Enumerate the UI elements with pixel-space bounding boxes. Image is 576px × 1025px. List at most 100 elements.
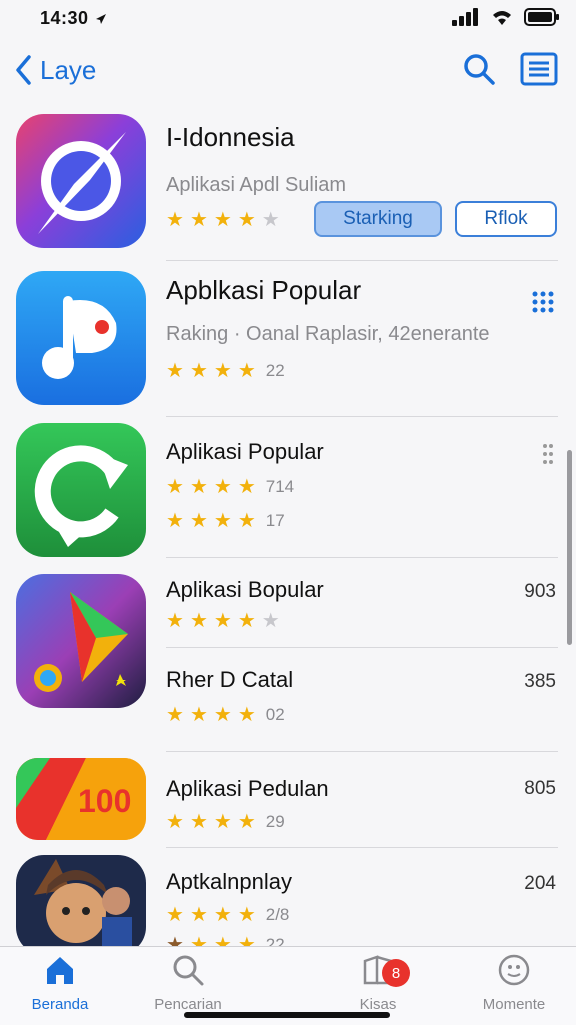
star-icon: ★ (166, 476, 184, 498)
star-icon: ★ (189, 704, 208, 726)
primary-action-button[interactable]: Starking (314, 201, 442, 237)
star-icon: ★ (166, 934, 184, 946)
star-icon: ★ (237, 704, 256, 726)
app-number: 805 (524, 778, 556, 799)
app-title: Rher D Catal (166, 667, 294, 692)
star-icon: ★ (166, 704, 184, 726)
list-item[interactable]: Rher D Catal ★ ★ ★ ★ 02 385 (0, 647, 576, 752)
app-number: 903 (524, 581, 556, 602)
tab-label: Momente (482, 996, 546, 1013)
star-icon: ★ (213, 811, 232, 833)
rating-count: 02 (265, 705, 285, 724)
star-icon: ★ (166, 360, 184, 382)
home-icon (47, 957, 73, 984)
app-icon-100[interactable]: 100 (16, 758, 146, 840)
app-number: 385 (524, 671, 556, 692)
status-bar: 14:30 (0, 0, 576, 36)
rating-stars: ★ ★ ★ ★ ★ (166, 611, 280, 631)
grid-icon (532, 291, 554, 313)
star-icon: ★ (213, 209, 232, 231)
rating-count: 2/8 (265, 905, 290, 924)
app-icon-music[interactable] (16, 271, 146, 405)
star-icon: ★ (213, 360, 232, 382)
star-icon: ★ (189, 904, 208, 926)
home-indicator (184, 1012, 390, 1018)
list-item[interactable]: 100 Aplikasi Pedulan ★ ★ ★ ★ 29 805 (0, 752, 576, 848)
star-icon: ★ (166, 209, 184, 231)
wifi-icon (493, 11, 511, 25)
tab-search[interactable]: Pencarian (128, 953, 248, 1013)
status-icons (452, 8, 560, 26)
star-icon: ★ (189, 811, 208, 833)
app-title: I-Idonnesia (166, 122, 295, 152)
more-options-button[interactable] (542, 443, 554, 470)
rating-count: 22 (265, 935, 285, 946)
star-icon: ★ (237, 360, 256, 382)
app-icon-compass[interactable] (16, 114, 146, 248)
rating-count: 29 (265, 812, 285, 831)
star-icon: ★ (237, 476, 256, 498)
tab-library[interactable]: 8 Kisas (318, 953, 438, 1013)
rating-stars: ★ ★ ★ ★ 29 (166, 812, 285, 832)
secondary-action-button[interactable]: Rflok (455, 201, 557, 237)
star-icon: ★ (213, 704, 232, 726)
chevron-left-icon (16, 55, 31, 85)
search-icon (173, 955, 204, 986)
list-item[interactable]: Aptkalnpnlay ★ ★ ★ ★ 2/8 ★ ★ ★ ★ 22 204 (0, 847, 576, 946)
star-icon: ★ (237, 510, 256, 532)
star-icon: ★ (237, 209, 256, 231)
rating-stars-secondary: ★ ★ ★ ★ 22 (166, 935, 285, 946)
rating-stars: ★ ★ ★ ★ 714 (166, 477, 294, 497)
status-time: 14:30 (40, 8, 108, 29)
back-button[interactable]: Laye (14, 54, 96, 86)
star-icon: ★ (213, 476, 232, 498)
rating-stars: ★ ★ ★ ★ 22 (166, 361, 285, 381)
tab-profile[interactable]: Momente (454, 953, 574, 1013)
star-icon: ★ (166, 610, 184, 632)
list-menu-button[interactable] (520, 52, 558, 91)
drag-handle-icon (543, 444, 553, 464)
star-icon: ★ (237, 610, 256, 632)
star-icon: ★ (166, 811, 184, 833)
star-icon: ★ (213, 610, 232, 632)
star-icon: ★ (213, 510, 232, 532)
app-icon-sync[interactable] (16, 423, 146, 557)
star-icon: ★ (261, 610, 280, 632)
star-icon: ★ (237, 904, 256, 926)
tab-label: Pencarian (154, 996, 222, 1013)
rating-stars: ★ ★ ★ ★ ★ (166, 210, 280, 230)
app-title: Aptkalnpnlay (166, 869, 292, 894)
star-icon: ★ (189, 610, 208, 632)
app-list: I-Idonnesia Aplikasi Apdl Suliam ★ ★ ★ ★… (0, 104, 576, 946)
star-icon: ★ (189, 510, 208, 532)
search-button[interactable] (462, 52, 496, 91)
star-icon: ★ (166, 510, 184, 532)
rating-stars: ★ ★ ★ ★ 02 (166, 705, 285, 725)
star-icon: ★ (213, 934, 232, 946)
app-subtitle: Aplikasi Apdl Suliam (166, 174, 347, 196)
star-icon: ★ (213, 904, 232, 926)
app-number: 204 (524, 873, 556, 894)
tab-home[interactable]: Beranda (0, 953, 120, 1013)
notification-badge: 8 (382, 959, 410, 987)
rating-stars-secondary: ★ ★ ★ ★ 17 (166, 511, 285, 531)
profile-icon (498, 954, 530, 986)
app-subtitle: Raking · Oanal Raplasir, 42enerante (166, 323, 490, 345)
list-item[interactable]: Aplikasi Popular ★ ★ ★ ★ 714 ★ ★ ★ ★ 17 (0, 417, 576, 558)
scrollbar[interactable] (567, 450, 572, 645)
star-icon: ★ (237, 811, 256, 833)
star-icon: ★ (189, 934, 208, 946)
back-label: Laye (40, 54, 97, 85)
star-icon: ★ (166, 904, 184, 926)
list-icon (520, 52, 558, 86)
star-icon: ★ (189, 360, 208, 382)
list-item[interactable]: I-Idonnesia Aplikasi Apdl Suliam ★ ★ ★ ★… (0, 104, 576, 261)
battery-icon (524, 8, 559, 26)
list-item[interactable]: Apblkasi Popular Raking · Oanal Raplasir… (0, 261, 576, 417)
more-options-button[interactable] (532, 291, 554, 318)
app-title: Aplikasi Bopular (166, 577, 324, 602)
signal-icon (452, 8, 478, 26)
app-title: Apblkasi Popular (166, 275, 362, 305)
app-icon-character[interactable] (16, 855, 146, 946)
app-title: Aplikasi Popular (166, 439, 324, 464)
